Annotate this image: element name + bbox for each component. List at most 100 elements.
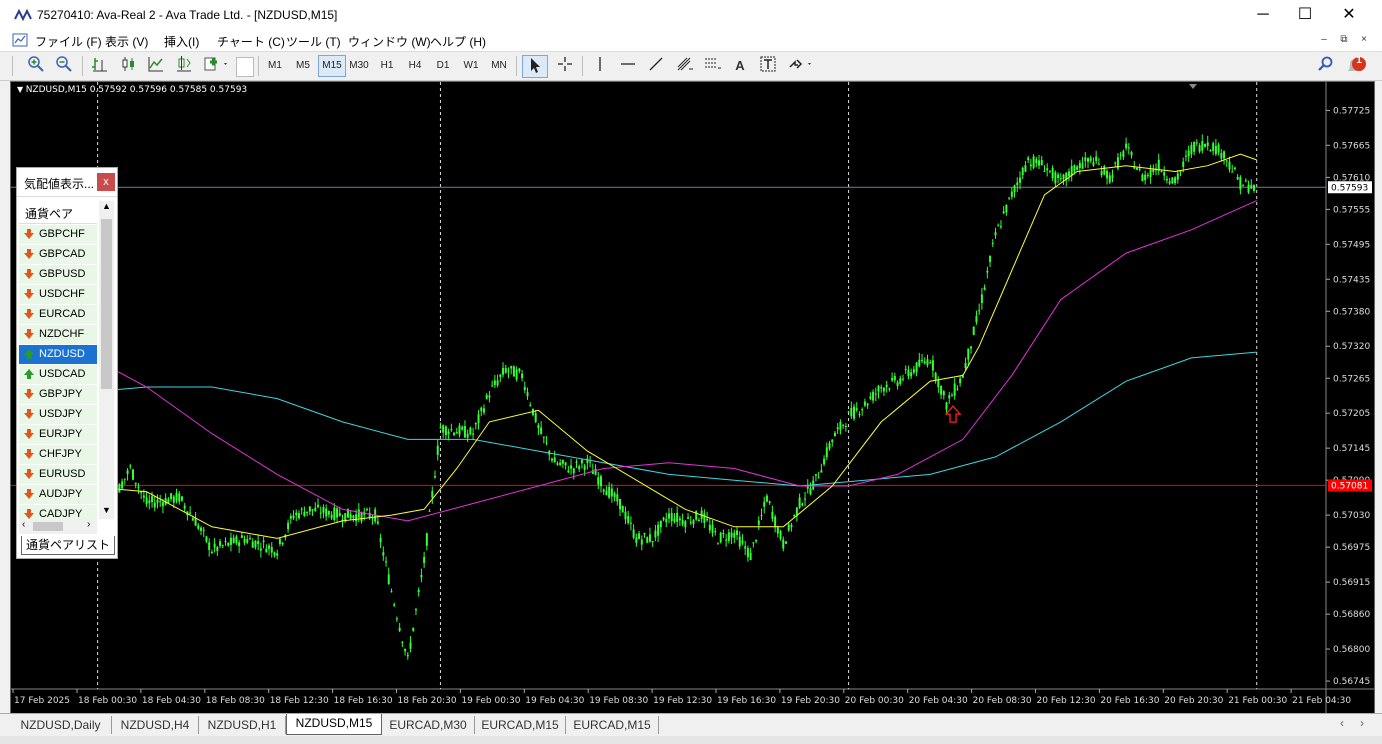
bar-chart-icon[interactable] xyxy=(90,55,110,77)
timeframe-h4[interactable]: H4 xyxy=(402,56,428,76)
tab-nzdusd-daily[interactable]: NZDUSD,Daily xyxy=(10,716,112,734)
chart-area[interactable]: 0.57725 0.57665 0.57610 0.57555 0.57495 0.574… xyxy=(10,81,1375,714)
symbol-row-nzdchf[interactable]: NZDCHF xyxy=(19,325,97,345)
scroll-up-icon[interactable]: ▲ xyxy=(102,201,111,211)
symbol-row-eurusd[interactable]: EURUSD xyxy=(19,465,97,485)
scrollbar-thumb[interactable] xyxy=(101,219,112,389)
trendline-icon[interactable] xyxy=(646,55,666,77)
zoom-out-icon[interactable] xyxy=(54,55,74,77)
candle-body xyxy=(1024,165,1027,172)
timeframe-m1[interactable]: M1 xyxy=(262,56,288,76)
candle-body xyxy=(589,461,592,463)
tab-nzdusd-h1[interactable]: NZDUSD,H1 xyxy=(199,716,286,734)
candle-body xyxy=(627,516,630,523)
candle-body xyxy=(325,508,328,517)
fibonacci-fan-icon[interactable] xyxy=(702,55,724,77)
new-order-icon[interactable] xyxy=(202,55,232,77)
menu-view[interactable]: 表示 (V) xyxy=(105,33,148,50)
timeframe-m5[interactable]: M5 xyxy=(290,56,316,76)
symbol-row-usdcad[interactable]: USDCAD xyxy=(19,365,97,385)
horizontal-line-icon[interactable] xyxy=(618,55,638,77)
market-watch-column-header[interactable]: 通貨ペア xyxy=(19,201,97,224)
candle-body xyxy=(1244,180,1247,182)
maximize-button[interactable]: ☐ xyxy=(1282,0,1328,30)
mdi-close-button[interactable]: × xyxy=(1356,33,1372,47)
candle-body xyxy=(1010,191,1013,197)
candle-body xyxy=(551,458,554,461)
close-window-button[interactable]: ✕ xyxy=(1326,0,1372,30)
symbol-row-gbpchf[interactable]: GBPCHF xyxy=(19,225,97,245)
scroll-right-icon[interactable]: › xyxy=(87,519,90,530)
candlestick-chart-icon[interactable] xyxy=(118,55,138,77)
symbol-row-usdjpy[interactable]: USDJPY xyxy=(19,405,97,425)
fibonacci-icon[interactable] xyxy=(674,55,696,77)
zoom-in-icon[interactable] xyxy=(26,55,46,77)
search-icon[interactable] xyxy=(1316,55,1336,77)
arrows-tool-icon[interactable] xyxy=(786,55,816,77)
candle-body xyxy=(1095,156,1098,162)
tab-eurcad-m15[interactable]: EURCAD,M15 xyxy=(475,716,566,734)
tab-scroll-right-icon[interactable]: › xyxy=(1360,716,1364,730)
minimize-button[interactable]: ─ xyxy=(1240,0,1286,30)
menu-help[interactable]: ヘルプ (H) xyxy=(430,33,486,50)
tab-eurcad-m30[interactable]: EURCAD,M30 xyxy=(382,716,475,734)
market-watch-vertical-scrollbar[interactable]: ▲ ▼ xyxy=(99,201,114,519)
autoscroll-icon[interactable] xyxy=(174,55,194,77)
cursor-icon[interactable] xyxy=(522,55,548,78)
candle-body xyxy=(564,462,567,466)
candle-body xyxy=(534,413,537,422)
mdi-restore-button[interactable]: ⧉ xyxy=(1336,33,1352,47)
candle-body xyxy=(629,522,632,524)
timeframe-mn[interactable]: MN xyxy=(486,56,512,76)
symbol-row-gbpjpy[interactable]: GBPJPY xyxy=(19,385,97,405)
scroll-down-icon[interactable]: ▼ xyxy=(102,505,111,515)
line-chart-icon[interactable] xyxy=(146,55,166,77)
scroll-left-icon[interactable]: ‹ xyxy=(22,519,25,530)
mdi-minimize-button[interactable]: – xyxy=(1316,33,1332,47)
symbol-row-eurjpy[interactable]: EURJPY xyxy=(19,425,97,445)
symbol-row-nzdusd[interactable]: NZDUSD xyxy=(19,345,97,365)
market-watch-horizontal-scrollbar[interactable]: ‹ › xyxy=(19,519,97,534)
timeframe-d1[interactable]: D1 xyxy=(430,56,456,76)
price-chart[interactable]: 0.577250.576650.576100.575550.574950.574… xyxy=(11,82,1374,713)
chart-menu-triangle-icon[interactable]: ▼ xyxy=(17,85,26,94)
candle-body xyxy=(940,386,943,395)
menu-insert[interactable]: 挿入(I) xyxy=(164,33,199,50)
crosshair-icon[interactable] xyxy=(554,55,576,77)
menu-file[interactable]: ファイル (F) xyxy=(35,33,102,50)
menu-window[interactable]: ウィンドウ (W) xyxy=(348,33,431,50)
horizontal-scrollbar-thumb[interactable] xyxy=(33,522,63,531)
symbol-row-gbpusd[interactable]: GBPUSD xyxy=(19,265,97,285)
symbol-row-gbpcad[interactable]: GBPCAD xyxy=(19,245,97,265)
price-down-arrow-icon xyxy=(24,489,34,499)
x-tick-label: 20 Feb 12:30 xyxy=(1037,696,1096,706)
tab-eurcad-m15-2[interactable]: EURCAD,M15 xyxy=(566,716,659,734)
vertical-line-icon[interactable] xyxy=(590,55,610,77)
text-label-icon[interactable] xyxy=(758,55,778,77)
tab-scroll-left-icon[interactable]: ‹ xyxy=(1340,716,1344,730)
candle-body xyxy=(1067,171,1070,177)
candle-body xyxy=(1146,174,1149,176)
menu-chart[interactable]: チャート (C) xyxy=(217,33,285,50)
menu-tools[interactable]: ツール (T) xyxy=(286,33,341,50)
tab-nzdusd-m15[interactable]: NZDUSD,M15 xyxy=(286,714,382,735)
candle-body xyxy=(882,387,885,392)
x-tick-label: 20 Feb 20:30 xyxy=(1164,696,1223,706)
timeframe-w1[interactable]: W1 xyxy=(458,56,484,76)
candle-body xyxy=(733,532,736,538)
market-watch-title-bar[interactable]: 気配値表示... x xyxy=(17,168,117,197)
timeframe-h1[interactable]: H1 xyxy=(374,56,400,76)
symbol-row-chfjpy[interactable]: CHFJPY xyxy=(19,445,97,465)
notification-bell-icon[interactable]: 1 xyxy=(1344,55,1370,77)
symbol-row-eurcad[interactable]: EURCAD xyxy=(19,305,97,325)
timeframe-m30[interactable]: M30 xyxy=(346,56,372,76)
market-watch-close-button[interactable]: x xyxy=(97,173,115,191)
text-tool-icon[interactable]: A xyxy=(730,55,750,77)
symbol-row-usdchf[interactable]: USDCHF xyxy=(19,285,97,305)
tab-symbol-list[interactable]: 通貨ペアリスト xyxy=(21,536,115,555)
timeframe-m15[interactable]: M15 xyxy=(318,55,346,77)
tab-nzdusd-h4[interactable]: NZDUSD,H4 xyxy=(112,716,199,734)
symbol-row-audjpy[interactable]: AUDJPY xyxy=(19,485,97,505)
candle-body xyxy=(755,540,758,542)
candle-body xyxy=(959,378,962,384)
